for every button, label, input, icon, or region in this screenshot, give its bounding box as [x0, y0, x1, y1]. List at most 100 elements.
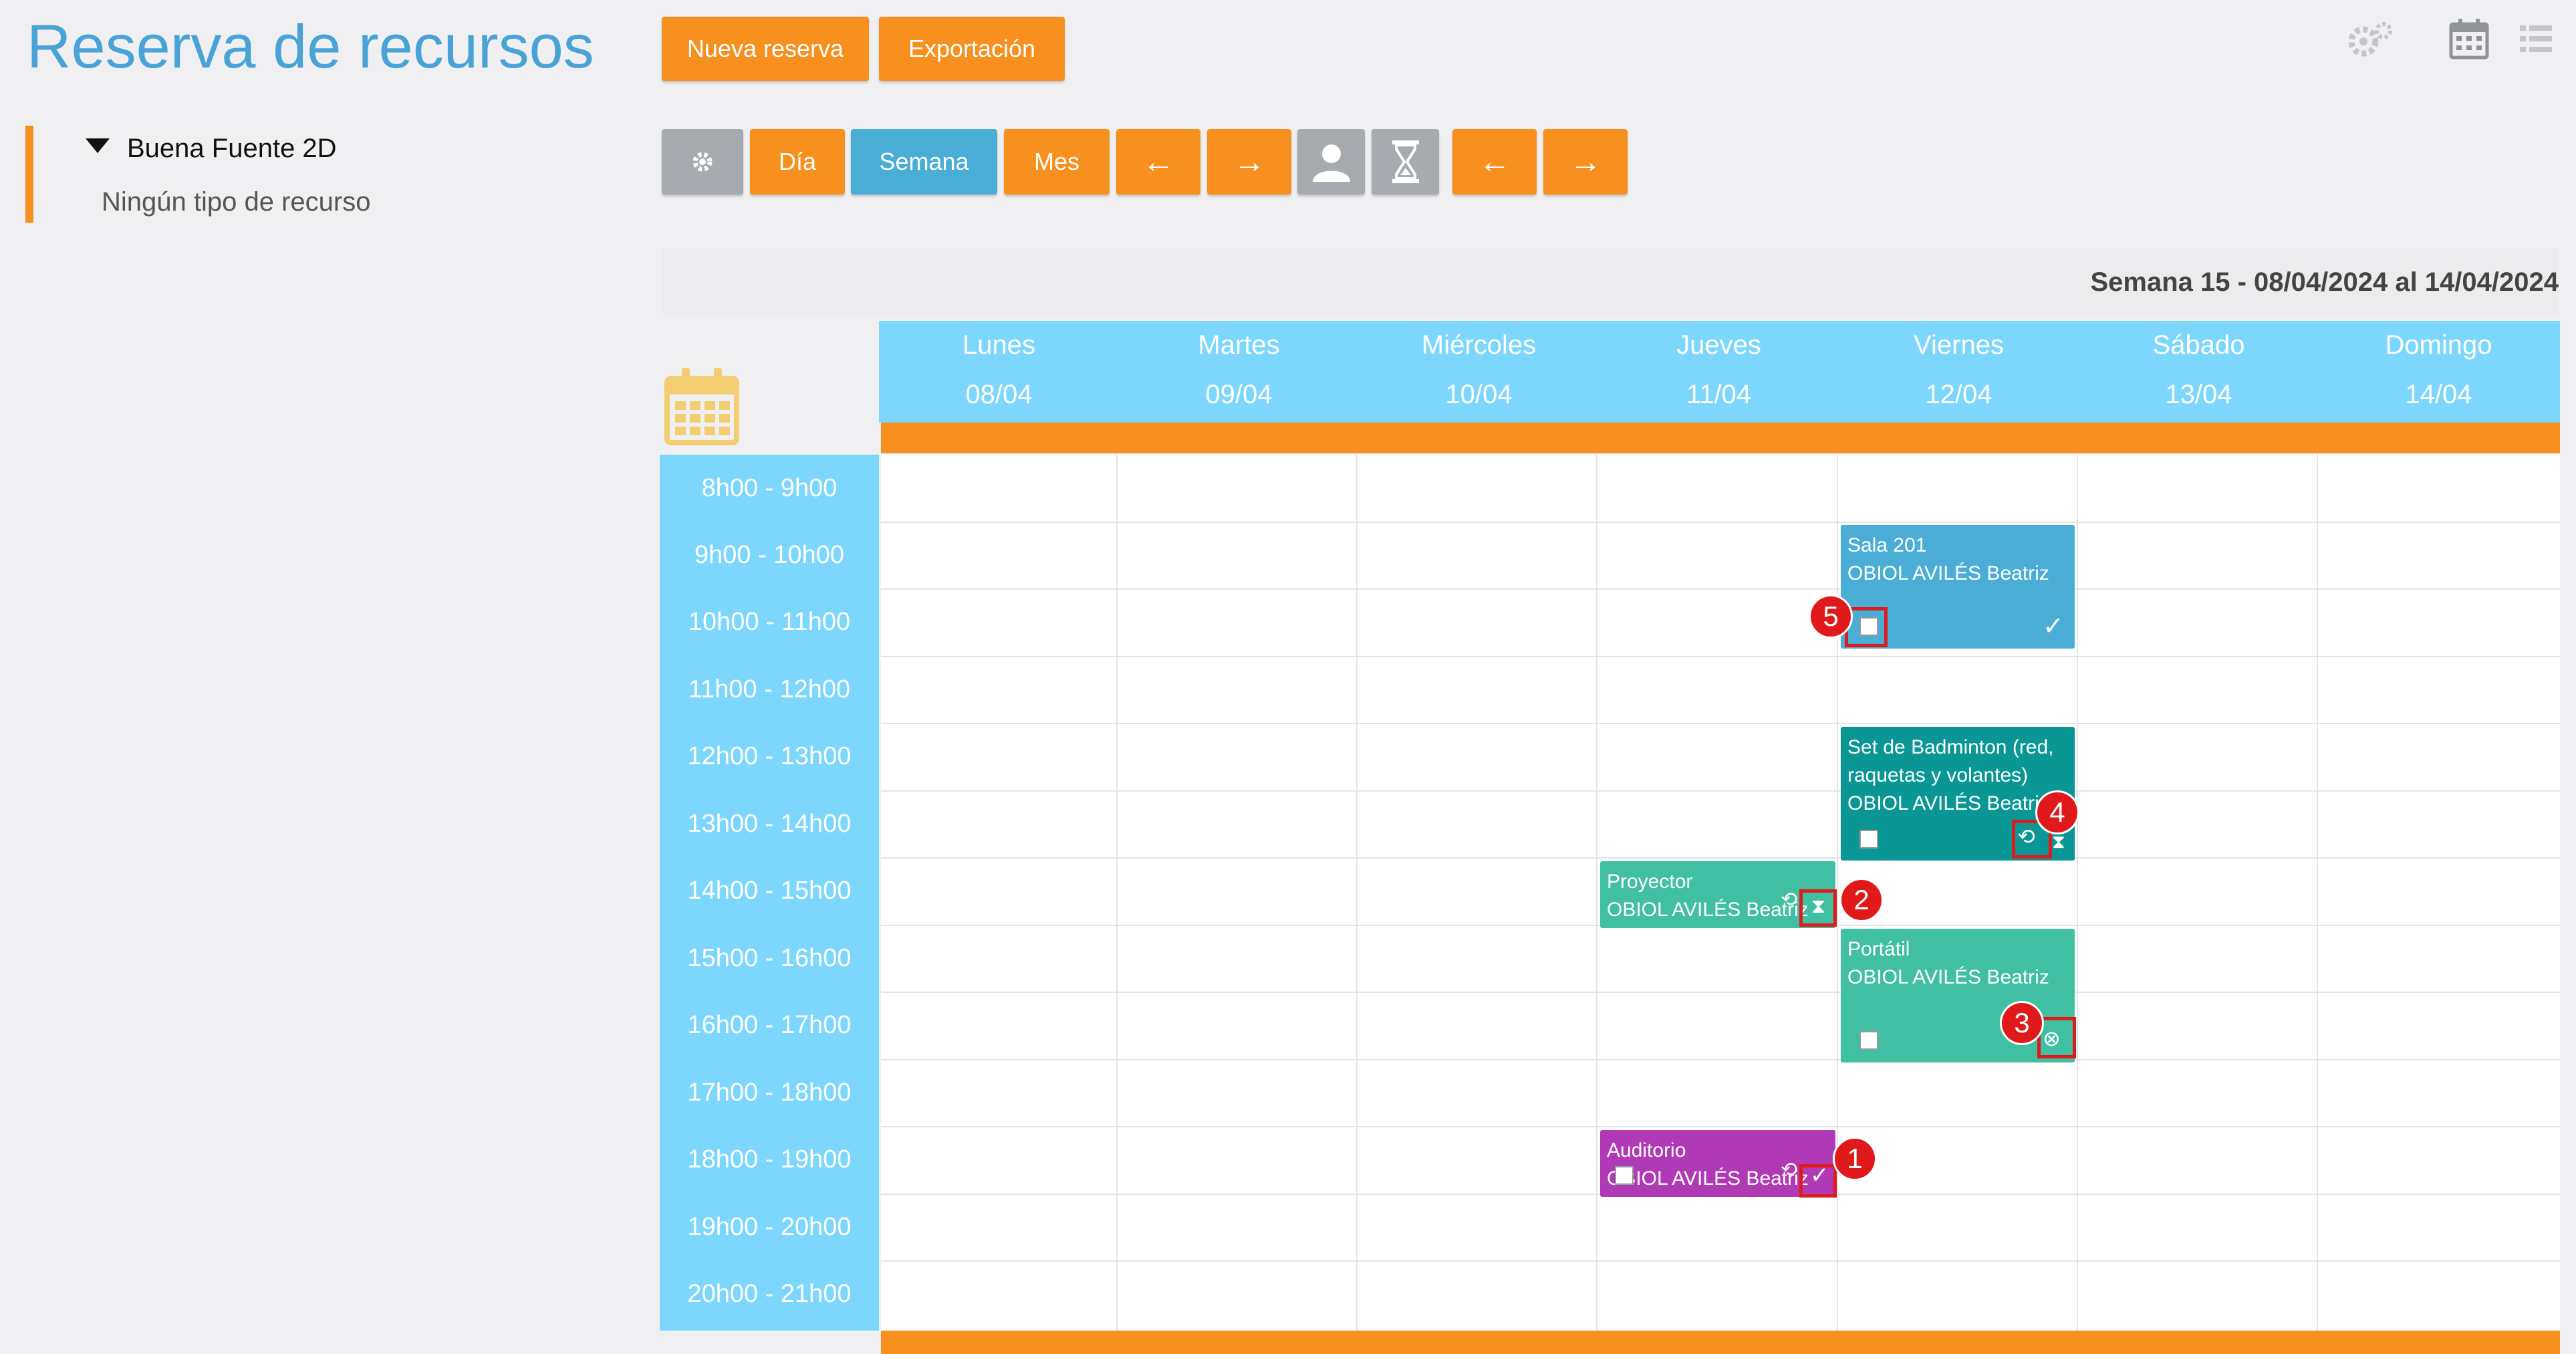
gears-icon[interactable]	[2346, 19, 2397, 62]
day-header-monday: Lunes 08/04	[879, 321, 1119, 423]
footer-divider	[881, 1331, 2560, 1354]
day-header-thursday: Jueves 11/04	[1599, 321, 1839, 423]
grid-line	[881, 656, 2560, 657]
calendar-view-icon[interactable]	[2449, 17, 2489, 60]
day-date: 14/04	[2405, 380, 2472, 409]
sidebar-accent	[25, 126, 33, 223]
highlight-box-2	[1799, 889, 1837, 927]
time-slot: 13h00 - 14h00	[687, 809, 852, 838]
grid-line	[881, 790, 2560, 792]
booking-checkbox[interactable]	[1859, 830, 1878, 849]
week-label: Semana 15 - 08/04/2024 al 14/04/2024	[2090, 267, 2559, 297]
booking-checkbox[interactable]	[1615, 1166, 1634, 1185]
time-slot: 8h00 - 9h00	[701, 473, 838, 502]
day-date: 08/04	[965, 380, 1033, 409]
previous-period-button[interactable]: ←	[1452, 129, 1537, 195]
booking-user: OBIOL AVILÉS Beatriz	[1847, 966, 2049, 988]
user-icon	[1312, 144, 1350, 182]
day-date: 10/04	[1445, 380, 1513, 409]
previous-week-button[interactable]: ←	[1116, 129, 1200, 195]
day-name: Lunes	[962, 330, 1035, 360]
grid-line	[881, 723, 2560, 724]
view-month-button[interactable]: Mes	[1004, 129, 1110, 195]
booking-resource: raquetas y volantes)	[1847, 764, 2029, 786]
day-name: Domingo	[2385, 330, 2492, 360]
marker-2: 2	[1839, 878, 1884, 922]
marker-5: 5	[1809, 594, 1853, 639]
marker-4: 4	[2035, 790, 2079, 834]
booking-resource: Auditorio	[1607, 1139, 1686, 1161]
caret-down-icon[interactable]	[86, 138, 110, 153]
pending-filter-button[interactable]	[1372, 129, 1439, 195]
settings-button[interactable]	[662, 129, 743, 195]
grid-line	[881, 1059, 2560, 1060]
day-date: 09/04	[1205, 380, 1273, 409]
time-slot: 9h00 - 10h00	[694, 540, 844, 569]
grid-line	[2317, 455, 2318, 1331]
booking-resource: Proyector	[1607, 871, 1693, 893]
day-name: Viernes	[1914, 330, 2004, 360]
grid-line	[881, 588, 2560, 590]
day-name: Sábado	[2152, 330, 2245, 360]
export-button[interactable]: Exportación	[879, 17, 1065, 81]
grid-line	[1116, 455, 1118, 1331]
revert-icon[interactable]: ⟲	[1781, 1159, 1797, 1181]
day-header-tuesday: Martes 09/04	[1119, 321, 1359, 423]
new-booking-button[interactable]: Nueva reserva	[662, 17, 869, 81]
time-slot: 18h00 - 19h00	[687, 1145, 852, 1173]
hourglass-icon	[1392, 140, 1419, 183]
day-header-wednesday: Miércoles 10/04	[1359, 321, 1599, 423]
booking-user: OBIOL AVILÉS Beatriz	[1847, 562, 2049, 584]
grid-line	[1837, 455, 1838, 1331]
revert-icon[interactable]: ⟲	[1781, 889, 1797, 911]
booking-user: OBIOL AVILÉS Beatriz	[1847, 792, 2049, 814]
time-column: 8h00 - 9h00 9h00 - 10h00 10h00 - 11h00 1…	[660, 455, 879, 1331]
user-filter-button[interactable]	[1297, 129, 1365, 195]
grid-line	[2077, 455, 2078, 1331]
confirmed-check-icon[interactable]: ✓	[2043, 614, 2064, 639]
grid-line	[1356, 455, 1358, 1331]
booking-checkbox[interactable]	[1859, 1031, 1878, 1050]
time-slot: 11h00 - 12h00	[688, 675, 851, 703]
sidebar-empty-message: Ningún tipo de recurso	[102, 187, 371, 217]
booking-resource: Sala 201	[1847, 534, 1927, 556]
calendar-icon	[664, 368, 739, 445]
time-slot: 10h00 - 11h00	[688, 607, 851, 636]
view-day-button[interactable]: Día	[750, 129, 845, 195]
marker-1: 1	[1833, 1137, 1877, 1181]
sidebar-group-buena-fuente[interactable]: Buena Fuente 2D	[127, 134, 337, 164]
time-slot: 14h00 - 15h00	[687, 876, 852, 905]
grid-line	[881, 992, 2560, 993]
day-name: Jueves	[1676, 330, 1761, 360]
view-week-button[interactable]: Semana	[851, 129, 997, 195]
grid-line	[881, 857, 2560, 859]
time-slot: 20h00 - 21h00	[687, 1279, 852, 1308]
settings-icon	[692, 152, 713, 172]
day-date: 12/04	[1925, 380, 1992, 409]
marker-3: 3	[2000, 1001, 2044, 1045]
day-header-row: Lunes 08/04 Martes 09/04 Miércoles 10/04 Ju…	[879, 321, 2560, 423]
grid-line	[881, 522, 2560, 523]
next-period-button[interactable]: →	[1543, 129, 1628, 195]
time-slot: 15h00 - 16h00	[687, 943, 852, 972]
page-title: Reserva de recursos	[27, 13, 594, 81]
day-header-saturday: Sábado 13/04	[2079, 321, 2319, 423]
grid-line	[881, 1260, 2560, 1262]
day-date: 11/04	[1686, 380, 1752, 409]
header-divider	[881, 423, 2560, 453]
booking-user: OBIOL AVILÉS Beatriz	[1607, 899, 1809, 921]
booking-resource: Set de Badminton (red,	[1847, 736, 2054, 758]
day-date: 13/04	[2165, 380, 2232, 409]
time-slot: 17h00 - 18h00	[687, 1078, 852, 1107]
day-header-friday: Viernes 12/04	[1839, 321, 2079, 423]
booking-user: OBIOL AVILÉS Beatriz	[1607, 1167, 1809, 1190]
day-name: Martes	[1198, 330, 1280, 360]
day-name: Miércoles	[1421, 330, 1537, 360]
list-view-icon[interactable]	[2520, 25, 2552, 52]
highlight-box-1	[1799, 1164, 1837, 1198]
next-week-button[interactable]: →	[1207, 129, 1291, 195]
day-header-sunday: Domingo 14/04	[2319, 321, 2559, 423]
grid-line	[881, 1126, 2560, 1127]
time-slot: 12h00 - 13h00	[687, 742, 852, 770]
grid-line	[1596, 455, 1597, 1331]
